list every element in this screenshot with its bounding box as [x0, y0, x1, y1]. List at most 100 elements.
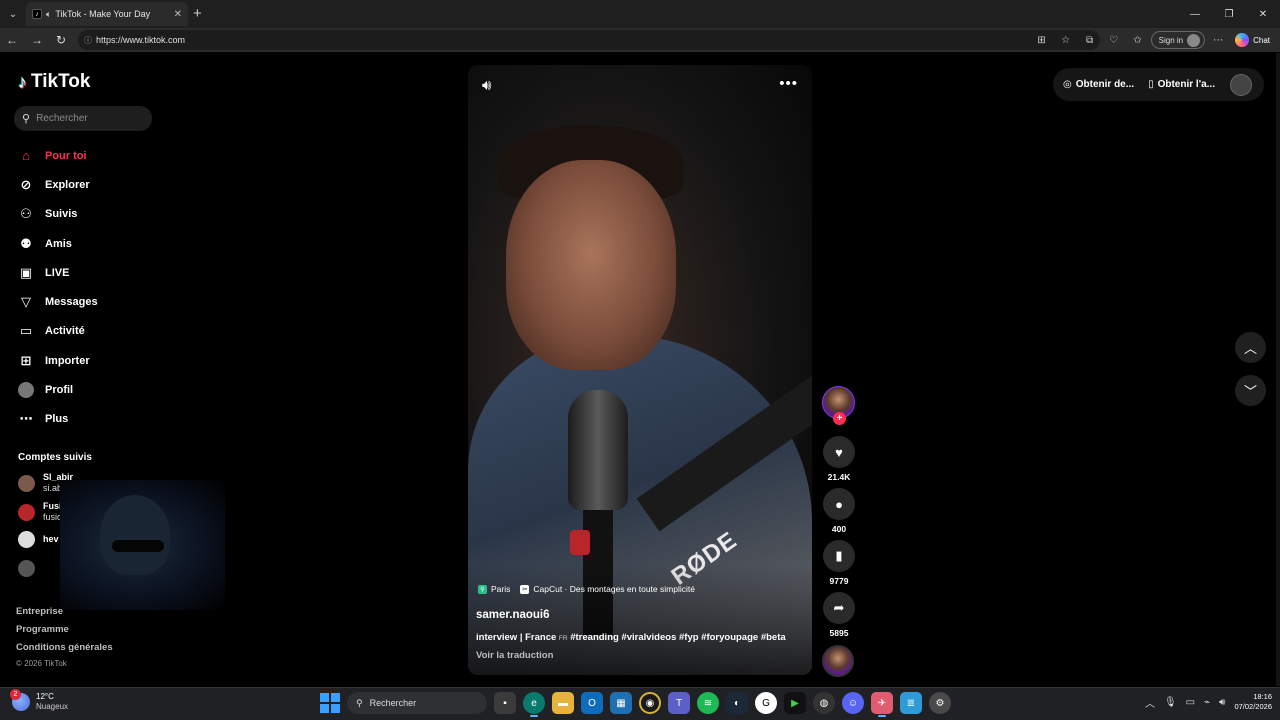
network-icon[interactable]: ⌁ [1204, 697, 1210, 708]
gog-icon[interactable]: G [755, 692, 777, 714]
show-hidden-icons-icon[interactable]: ︿ [1145, 695, 1155, 710]
sidebar-item-live[interactable]: ▣ LIVE [18, 258, 98, 287]
next-video-button[interactable]: ﹀ [1235, 375, 1266, 406]
start-button[interactable] [320, 693, 340, 713]
taskbar-search[interactable]: ⚲ Rechercher [347, 692, 487, 714]
settings-more-icon[interactable]: ⋯ [1207, 29, 1229, 51]
user-avatar[interactable] [1230, 73, 1252, 96]
close-window-button[interactable]: ✕ [1246, 0, 1280, 28]
sidebar-item-label: Activité [45, 325, 85, 338]
extensions-icon[interactable]: ⧉ [1079, 29, 1101, 51]
outlook-icon[interactable]: O [581, 692, 603, 714]
footer-link-terms[interactable]: Conditions générales [16, 642, 113, 660]
followed-account[interactable]: hev [18, 531, 59, 548]
tab-actions-dropdown[interactable]: ⌄ [0, 0, 26, 28]
app-available-icon[interactable]: ⊞ [1031, 29, 1053, 51]
forward-button[interactable]: → [25, 28, 49, 52]
favorite-star-icon[interactable]: ☆ [1055, 29, 1077, 51]
steam-icon[interactable]: ◐ [726, 692, 748, 714]
home-icon: ⌂ [22, 148, 30, 164]
task-view-icon[interactable]: ▪ [494, 692, 516, 714]
store-icon[interactable]: ▦ [610, 692, 632, 714]
sidebar-item-upload[interactable]: ⊞ Importer [18, 346, 98, 375]
search-input[interactable]: ⚲ Rechercher [14, 106, 152, 131]
weather-condition: Nuageux [36, 702, 69, 711]
tiktok-logo[interactable]: ♪ TikTok [18, 71, 90, 93]
sidebar-item-activity[interactable]: ▭ Activité [18, 317, 98, 346]
capcut-icon: ✂ [520, 584, 530, 594]
browser-tab[interactable]: ♪ 🔈︎ TikTok - Make Your Day ✕ [26, 2, 188, 26]
sidebar-item-more[interactable]: ⋯ Plus [18, 405, 98, 434]
restore-button[interactable]: ❐ [1212, 0, 1246, 28]
obs-icon[interactable]: ◍ [813, 692, 835, 714]
comment-button[interactable]: ● 400 [822, 488, 856, 534]
like-button[interactable]: ♥ 21.4K [822, 436, 856, 482]
new-tab-button[interactable]: + [193, 5, 202, 22]
music-disc-avatar[interactable] [822, 645, 854, 677]
share-button[interactable]: ➦ 5895 [822, 592, 856, 638]
page-scrollbar[interactable] [1276, 53, 1280, 686]
person-plus-icon: ⚇ [20, 206, 32, 222]
sidebar-item-for-you[interactable]: ⌂ Pour toi [18, 141, 98, 170]
close-tab-icon[interactable]: ✕ [174, 9, 182, 20]
edge-icon[interactable]: e [523, 692, 545, 717]
sidebar-item-messages[interactable]: ▽ Messages [18, 287, 98, 316]
sidebar-item-label: Amis [45, 237, 72, 250]
save-button[interactable]: ▮ 9779 [822, 540, 856, 586]
spotify-icon[interactable]: ≋ [697, 692, 719, 714]
search-icon: ⚲ [356, 697, 363, 708]
video-description: interview | France FR #treanding #viralv… [476, 632, 786, 643]
mute-tab-icon[interactable]: 🔈︎ [46, 9, 51, 20]
minimize-button[interactable]: — [1178, 0, 1212, 28]
terminal-icon[interactable]: ▶ [784, 692, 806, 714]
footer-link-program[interactable]: Programme [16, 624, 113, 642]
avatar-icon [18, 382, 34, 399]
copilot-icon [1235, 33, 1250, 47]
see-translation-link[interactable]: Voir la traduction [476, 650, 553, 661]
sign-in-button[interactable]: Sign in [1150, 31, 1206, 49]
webcam-overlay [60, 480, 225, 610]
get-coins-button[interactable]: ◎ Obtenir de... [1063, 79, 1134, 90]
file-explorer-icon[interactable]: ▬ [552, 692, 574, 714]
sidebar-item-profile[interactable]: Profil [18, 375, 98, 404]
tiktok-page: ♪ TikTok ⚲ Rechercher ⌂ Pour toi ⊘ Explo… [0, 53, 1280, 686]
sidebar-item-explore[interactable]: ⊘ Explorer [18, 170, 98, 199]
site-info-icon[interactable]: ⓘ [84, 35, 92, 46]
account-name: hev [43, 534, 59, 544]
video-author[interactable]: samer.naoui6 [476, 609, 550, 621]
sidebar-item-label: Explorer [45, 178, 90, 191]
url-field[interactable]: ⓘ https://www.tiktok.com [78, 30, 1100, 50]
sidebar-item-label: Profil [45, 384, 74, 397]
more-options-icon[interactable]: ••• [779, 75, 798, 92]
favorites-icon[interactable]: ✩ [1127, 29, 1149, 51]
discord-icon[interactable]: ☺ [842, 692, 864, 714]
pinned-app-icon[interactable]: ✈ [871, 692, 893, 717]
volume-tray-icon[interactable]: 🔊︎ [1219, 697, 1225, 708]
weather-widget[interactable]: 2 12°C Nuageux [10, 689, 69, 712]
tiktok-note-icon: ♪ [18, 71, 27, 92]
refresh-button[interactable]: ↻ [49, 28, 73, 52]
footer-link-company[interactable]: Entreprise [16, 606, 113, 624]
browser-essentials-icon[interactable]: ♡ [1103, 29, 1125, 51]
volume-icon[interactable]: 🔊︎ [482, 77, 491, 94]
sidebar-item-following[interactable]: ⚇ Suivis [18, 200, 98, 229]
location-tag[interactable]: ⚲ Paris [478, 584, 510, 594]
clock[interactable]: 18:16 07/02/2026 [1234, 692, 1272, 712]
capcut-tag[interactable]: ✂ CapCut · Des montages en toute simplic… [520, 584, 695, 594]
followed-account[interactable] [18, 560, 35, 577]
settings-gear-icon[interactable]: ⚙ [929, 692, 951, 714]
copilot-chat-button[interactable]: Chat [1231, 33, 1274, 47]
notepad-icon[interactable]: ≣ [900, 692, 922, 714]
back-button[interactable]: ← [0, 28, 24, 52]
xbox-icon[interactable]: ◉ [639, 692, 661, 714]
display-icon[interactable]: ▭ [1186, 697, 1195, 708]
desc-hashtags[interactable]: #treanding #viralvideos #fyp #foryoupage… [570, 632, 785, 643]
sidebar-item-friends[interactable]: ⚉ Amis [18, 229, 98, 258]
teams-icon[interactable]: T [668, 692, 690, 714]
video-player[interactable]: RØDE 🔊︎ ••• ⚲ Paris ✂ CapCut · Des monta… [468, 65, 812, 675]
microphone-icon[interactable]: 🎙︎ [1164, 697, 1177, 708]
follow-plus-icon[interactable]: + [833, 412, 846, 425]
previous-video-button[interactable]: ︿ [1235, 332, 1266, 363]
phone-icon: ▯ [1148, 79, 1154, 90]
get-app-button[interactable]: ▯ Obtenir l'a... [1148, 79, 1215, 90]
